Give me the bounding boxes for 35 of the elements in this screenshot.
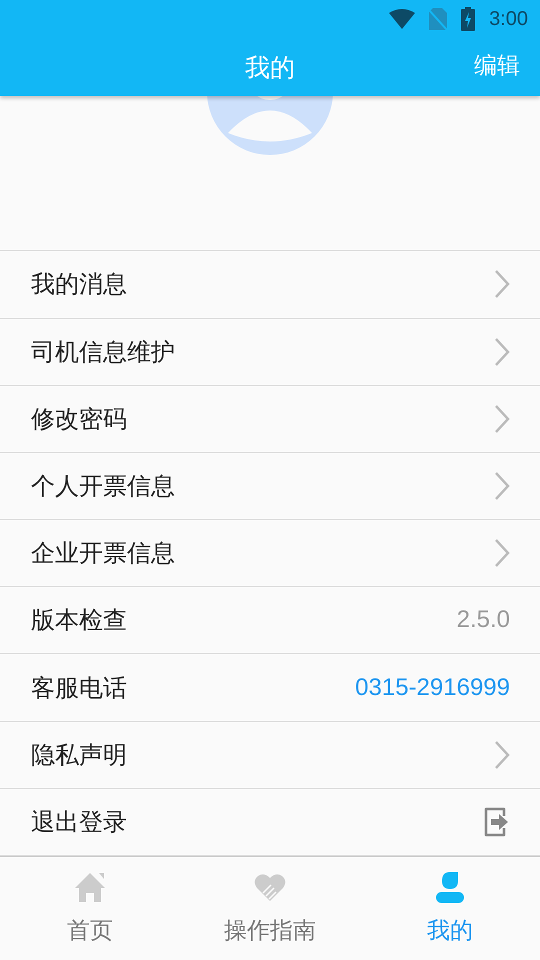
menu-row[interactable]: 客服电话 0315-2916999 <box>0 654 540 722</box>
nav-tab[interactable]: 操作指南 <box>180 857 360 960</box>
menu-label: 个人开票信息 <box>31 470 175 502</box>
version-value: 2.5.0 <box>456 606 510 634</box>
chevron-right-icon <box>494 404 510 434</box>
chevron-right-icon <box>494 336 510 367</box>
menu-row[interactable]: 隐私声明 <box>0 722 540 789</box>
menu-label: 版本检查 <box>31 605 127 636</box>
menu-label: 企业开票信息 <box>31 538 175 570</box>
chevron-right-icon <box>494 470 510 501</box>
menu-label: 客服电话 <box>31 672 127 704</box>
nav-tab[interactable]: 首页 <box>0 857 180 960</box>
home-icon <box>74 871 106 903</box>
menu-label: 退出登录 <box>31 806 127 838</box>
menu-row[interactable]: 修改密码 <box>0 386 540 453</box>
menu-row[interactable]: 个人开票信息 <box>0 452 540 520</box>
menu-label: 修改密码 <box>31 404 127 435</box>
avatar-icon <box>206 96 334 156</box>
battery-charging-icon <box>461 7 476 31</box>
page-title: 我的 <box>245 52 295 84</box>
menu-row[interactable]: 版本检查 2.5.0 <box>0 587 540 654</box>
menu-label: 司机信息维护 <box>31 336 175 368</box>
menu-label: 隐私声明 <box>31 740 127 771</box>
chevron-right-icon <box>494 538 510 568</box>
menu-row[interactable]: 企业开票信息 <box>0 520 540 588</box>
menu-row[interactable]: 我的消息 <box>0 251 540 318</box>
chevron-right-icon <box>494 740 510 770</box>
menu-row[interactable]: 司机信息维护 <box>0 318 540 386</box>
chevron-right-icon <box>494 269 510 300</box>
status-time: 3:00 <box>489 8 528 30</box>
logout-icon <box>484 806 510 837</box>
person-icon <box>434 871 466 903</box>
no-sim-icon <box>429 8 448 30</box>
menu-label: 我的消息 <box>31 269 127 300</box>
wifi-icon <box>389 9 416 29</box>
